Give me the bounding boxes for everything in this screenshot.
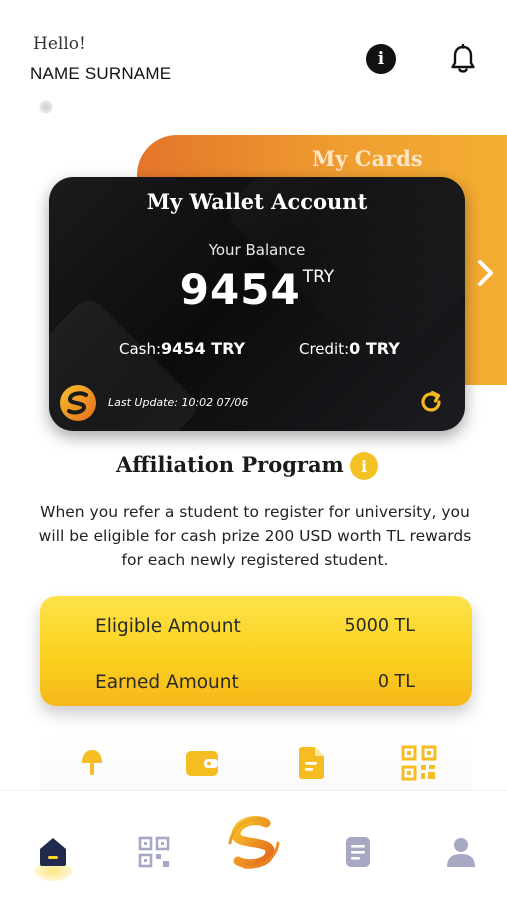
cash-label: Cash: [119,340,162,358]
wallet-icon[interactable] [184,745,220,781]
shortcut-bar [40,735,472,791]
cash-balance: Cash:9454 TRY [119,339,245,358]
balance-value: 9454 [179,265,301,314]
header: Hello! NAME SURNAME i [0,0,507,120]
cash-value: 9454 TRY [161,339,246,358]
earned-amount-value: 0 TL [377,672,415,692]
balance-currency: TRY [302,267,335,287]
home-icon[interactable] [36,835,70,869]
user-name: NAME SURNAME [30,64,172,83]
balance-display: 9454 TRY [49,265,465,314]
amounts-card: Eligible Amount 5000 TL Earned Amount 0 … [40,596,472,706]
bell-icon[interactable] [449,44,477,74]
lamp-icon[interactable] [74,745,110,781]
loading-indicator [39,100,53,114]
qr-code-icon[interactable] [401,745,437,781]
wallet-title: My Wallet Account [146,189,368,214]
affiliation-description: When you refer a student to register for… [38,503,472,569]
credit-label: Credit: [299,340,350,358]
balance-label: Your Balance [208,241,306,259]
eligible-amount-label: Eligible Amount [95,616,241,637]
info-icon[interactable]: i [350,452,378,480]
refresh-icon[interactable] [418,389,444,415]
bottom-nav [0,790,507,900]
earned-amount-label: Earned Amount [95,672,239,693]
document-icon[interactable] [293,745,329,781]
document-icon[interactable] [341,835,375,869]
eligible-amount-row: Eligible Amount 5000 TL [95,616,415,637]
affiliation-title: Affiliation Program [116,452,344,477]
eligible-amount-value: 5000 TL [344,616,415,636]
brand-logo-icon[interactable] [224,813,284,873]
earned-amount-row: Earned Amount 0 TL [95,672,415,693]
credit-balance: Credit:0 TRY [299,339,400,358]
credit-value: 0 TRY [349,339,400,358]
profile-icon[interactable] [444,835,478,869]
qr-code-icon[interactable] [137,835,171,869]
my-cards-title: My Cards [312,146,423,171]
last-update: Last Update: 10:02 07/06 [108,396,249,409]
info-icon[interactable]: i [366,44,396,74]
greeting: Hello! [33,34,86,54]
chevron-right-icon[interactable] [476,258,496,288]
brand-logo-icon [60,385,96,421]
wallet-card[interactable]: My Wallet Account Your Balance 9454 TRY C… [49,177,465,431]
